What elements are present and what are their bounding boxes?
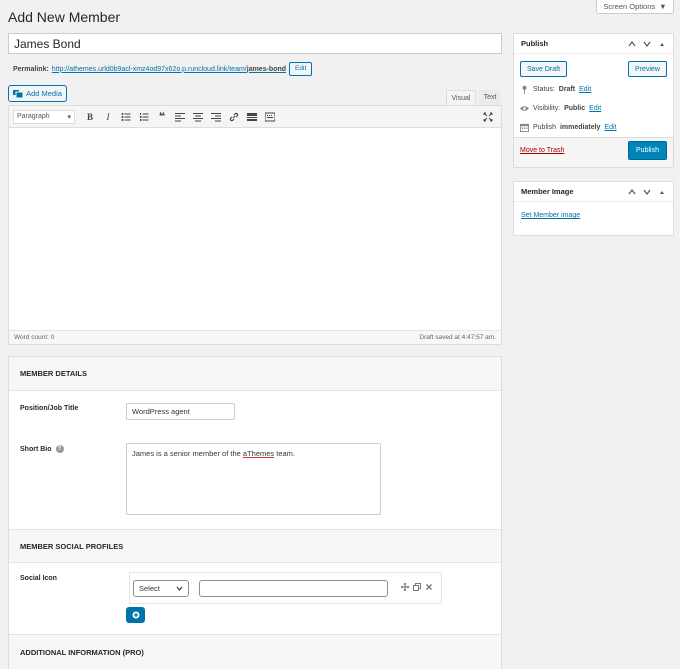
publish-button[interactable]: Publish xyxy=(628,141,667,160)
short-bio-label: Short Bio xyxy=(20,445,52,453)
schedule-row: Publish immediately Edit xyxy=(520,123,617,132)
visibility-edit-link[interactable]: Edit xyxy=(589,105,601,112)
screen-options-button[interactable]: Screen Options ▼ xyxy=(596,0,674,14)
add-media-button[interactable]: Add Media xyxy=(8,85,67,102)
member-details-heading: MEMBER DETAILS xyxy=(9,357,501,391)
status-row: Status: Draft Edit xyxy=(520,85,591,94)
permalink-slug: james-bond xyxy=(246,65,287,73)
link-icon[interactable] xyxy=(225,109,243,125)
short-bio-text: James is a senior member of the aThemes … xyxy=(132,449,295,458)
italic-icon[interactable]: I xyxy=(99,109,117,125)
screen-options-label: Screen Options xyxy=(603,2,656,11)
align-center-icon[interactable] xyxy=(189,109,207,125)
calendar-icon xyxy=(520,123,529,132)
save-draft-button[interactable]: Save Draft xyxy=(520,61,567,77)
preview-button[interactable]: Preview xyxy=(628,61,667,77)
bold-icon[interactable]: B xyxy=(81,109,99,125)
move-to-trash-link[interactable]: Move to Trash xyxy=(520,147,564,154)
visibility-label: Visibility: xyxy=(533,105,561,112)
fullscreen-icon[interactable] xyxy=(479,109,497,125)
draft-saved-status: Draft saved at 4:47:57 am. xyxy=(419,334,496,341)
caret-up-icon[interactable] xyxy=(658,188,666,196)
caret-up-icon[interactable] xyxy=(658,40,666,48)
post-title-input[interactable]: James Bond xyxy=(8,33,502,54)
schedule-value: immediately xyxy=(559,124,601,131)
caret-down-icon: ▾ xyxy=(67,113,71,121)
pin-icon xyxy=(522,85,527,94)
publish-actions: Move to Trash Publish xyxy=(514,137,673,167)
social-icon-select-value: Select xyxy=(139,584,160,593)
permalink-row: Permalink: http://athemes.urld0b9acl-xmz… xyxy=(13,62,313,76)
add-media-label: Add Media xyxy=(26,89,62,98)
member-details-box: MEMBER DETAILS Position/Job Title WordPr… xyxy=(8,356,502,669)
schedule-label: Publish xyxy=(533,124,556,131)
status-value: Draft xyxy=(558,86,576,93)
position-label: Position/Job Title xyxy=(20,405,79,412)
member-image-box: Member Image Set Member image xyxy=(513,181,674,236)
blockquote-icon[interactable]: ❝ xyxy=(153,109,171,125)
set-member-image-link[interactable]: Set Member image xyxy=(521,212,580,219)
read-more-icon[interactable] xyxy=(243,109,261,125)
chevron-down-icon[interactable] xyxy=(643,188,651,196)
editor-toolbar: Paragraph ▾ B I ❝ xyxy=(9,106,501,128)
visibility-value: Public xyxy=(564,105,586,112)
permalink-url: http://athemes.urld0b9acl-xmz4od97x62o.p… xyxy=(51,65,247,73)
short-bio-label-row: Short Bio ? xyxy=(20,445,64,453)
tab-visual[interactable]: Visual xyxy=(446,90,476,105)
social-icon-select[interactable]: Select xyxy=(133,580,189,597)
row-actions xyxy=(401,583,433,591)
social-profiles-heading: MEMBER SOCIAL PROFILES xyxy=(9,529,501,563)
visibility-row: Visibility: Public Edit xyxy=(520,104,601,113)
chevron-down-icon xyxy=(176,586,183,591)
help-icon[interactable]: ? xyxy=(55,445,64,453)
publish-box-title: Publish xyxy=(521,39,549,48)
status-label: Status: xyxy=(533,86,555,93)
status-edit-link[interactable]: Edit xyxy=(579,86,591,93)
toolbar-toggle-icon[interactable] xyxy=(261,109,279,125)
member-image-title: Member Image xyxy=(521,187,574,196)
move-icon[interactable] xyxy=(401,583,409,591)
align-right-icon[interactable] xyxy=(207,109,225,125)
short-bio-misspelled-word: aThemes xyxy=(242,449,275,458)
social-url-input[interactable] xyxy=(199,580,388,597)
chevron-down-icon[interactable] xyxy=(643,40,651,48)
permalink-edit-button[interactable]: Edit xyxy=(289,62,313,76)
social-profile-row: Select xyxy=(129,572,442,604)
duplicate-icon[interactable] xyxy=(413,583,421,591)
remove-icon[interactable] xyxy=(425,583,433,591)
numbered-list-icon[interactable] xyxy=(135,109,153,125)
member-image-header: Member Image xyxy=(514,182,673,202)
format-select[interactable]: Paragraph ▾ xyxy=(13,109,75,124)
word-count: Word count: 0 xyxy=(14,334,55,341)
position-input[interactable]: WordPress agent xyxy=(126,403,235,420)
page-title: Add New Member xyxy=(8,9,121,25)
bullet-list-icon[interactable] xyxy=(117,109,135,125)
additional-information-heading: ADDITIONAL INFORMATION (PRO) xyxy=(9,634,501,669)
chevron-up-icon[interactable] xyxy=(628,188,636,196)
social-icon-label: Social Icon xyxy=(20,575,57,582)
schedule-edit-link[interactable]: Edit xyxy=(604,124,616,131)
editor-status-bar: Word count: 0 Draft saved at 4:47:57 am. xyxy=(9,330,501,344)
add-social-row-button[interactable] xyxy=(126,607,145,623)
short-bio-text-start: James is a senior member of the xyxy=(132,449,243,458)
plus-circle-icon xyxy=(132,611,139,619)
permalink-link[interactable]: http://athemes.urld0b9acl-xmz4od97x62o.p… xyxy=(52,66,286,73)
media-icon xyxy=(13,90,24,98)
short-bio-textarea[interactable]: James is a senior member of the aThemes … xyxy=(126,443,381,515)
publish-box-header: Publish xyxy=(514,34,673,54)
tab-text[interactable]: Text xyxy=(479,90,501,105)
permalink-label: Permalink: xyxy=(13,65,49,73)
format-select-value: Paragraph xyxy=(17,113,50,120)
caret-down-icon: ▼ xyxy=(659,2,667,11)
short-bio-text-end: team. xyxy=(274,449,295,458)
align-left-icon[interactable] xyxy=(171,109,189,125)
content-editor[interactable]: Paragraph ▾ B I ❝ Word count: 0 Draft sa… xyxy=(8,105,502,345)
publish-box: Publish Save Draft Preview Status: Draft… xyxy=(513,33,674,168)
chevron-up-icon[interactable] xyxy=(628,40,636,48)
eye-icon xyxy=(520,106,529,111)
